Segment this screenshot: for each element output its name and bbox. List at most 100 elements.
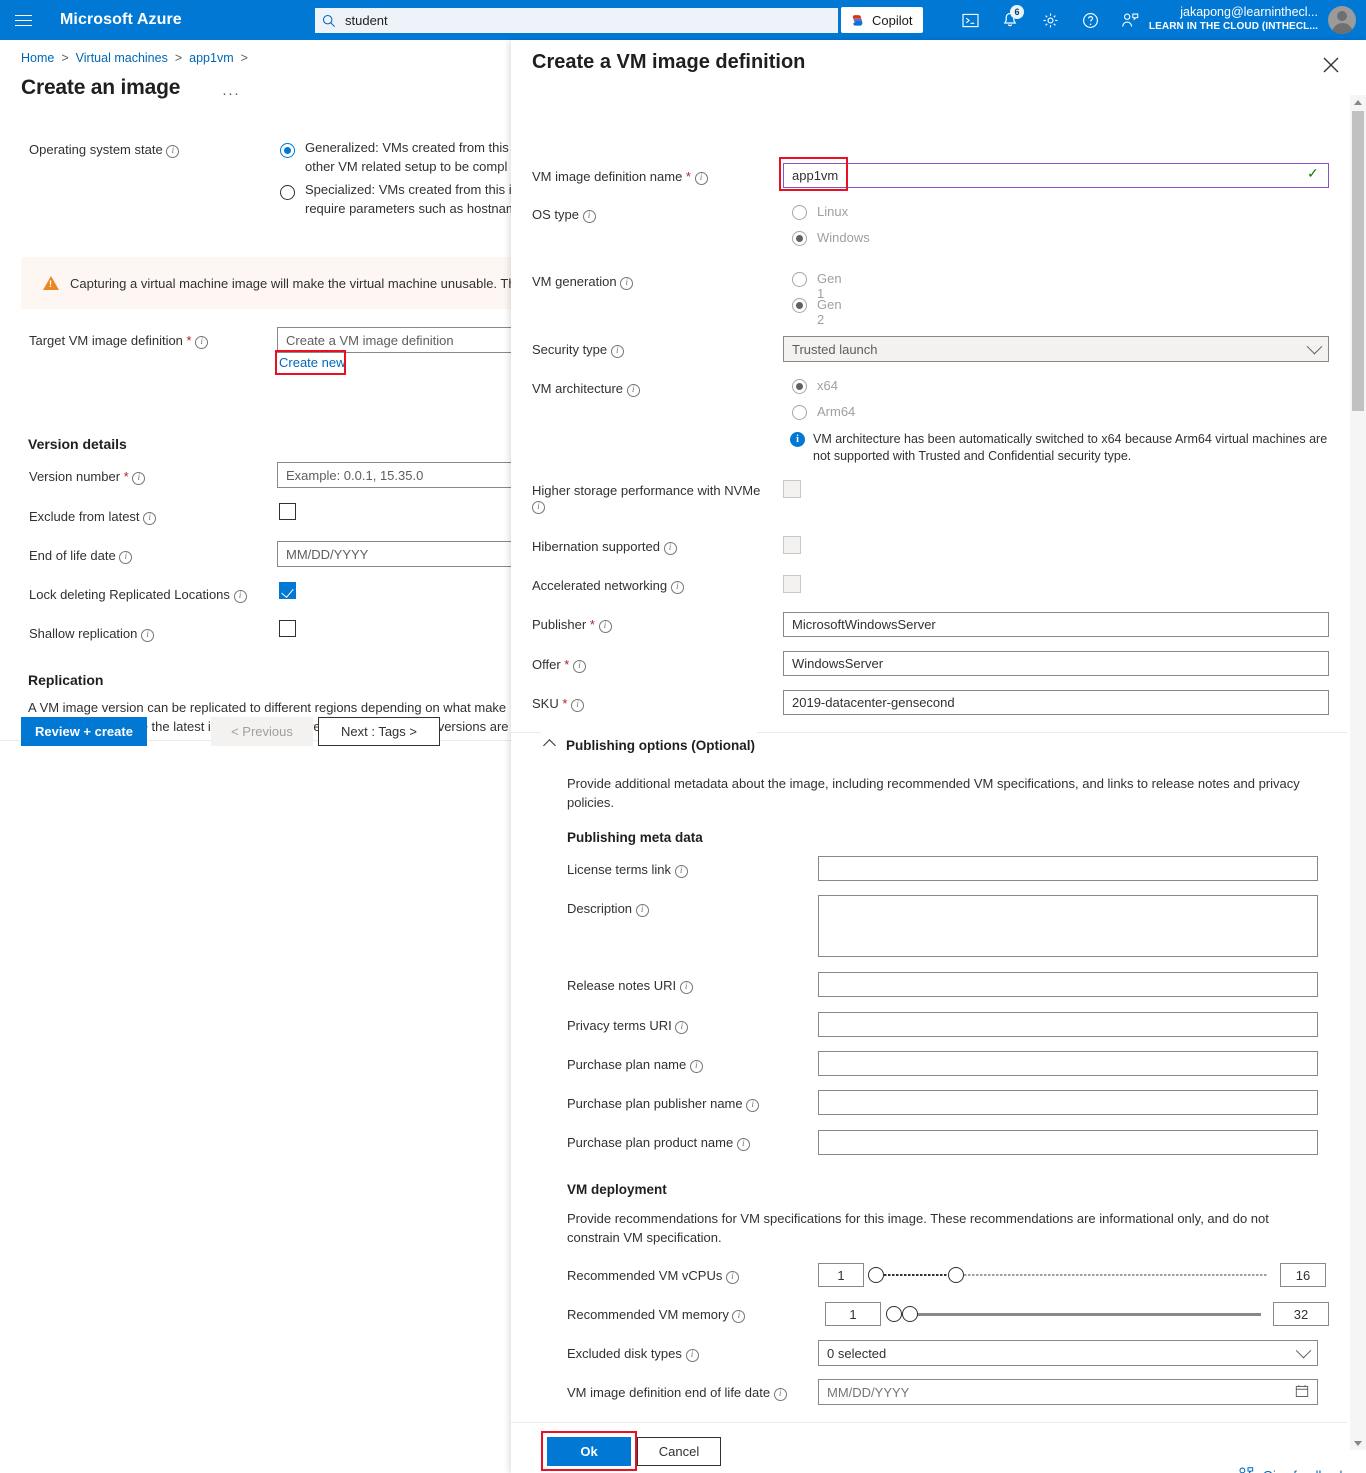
purchase-plan-name-input[interactable]	[818, 1051, 1318, 1076]
info-icon[interactable]: i	[598, 620, 612, 633]
scroll-up-arrow[interactable]	[1350, 95, 1366, 109]
blade-scrollbar[interactable]	[1350, 95, 1366, 1450]
review-create-button[interactable]: Review + create	[21, 717, 147, 746]
blade-scroll-thumb[interactable]	[1352, 111, 1364, 411]
info-icon[interactable]: i	[732, 1310, 746, 1323]
os-state-label: Operating system state i	[29, 142, 180, 158]
chevron-up-icon	[543, 739, 556, 752]
offer-input[interactable]	[783, 651, 1329, 676]
avatar[interactable]	[1328, 6, 1356, 34]
info-icon[interactable]: i	[675, 1021, 689, 1034]
vm-architecture-label: VM architecture i	[532, 381, 640, 397]
purchase-plan-publisher-name-input[interactable]	[818, 1090, 1318, 1115]
release-notes-uri-input[interactable]	[818, 972, 1318, 997]
info-icon[interactable]: i	[670, 581, 684, 594]
purchase-plan-product-name-input[interactable]	[818, 1130, 1318, 1155]
question-icon[interactable]	[1070, 0, 1110, 40]
vm-definition-end-of-life-field[interactable]	[818, 1379, 1318, 1405]
breadcrumb-virtual-machines[interactable]: Virtual machines	[76, 51, 168, 65]
info-icon[interactable]: i	[195, 336, 209, 349]
give-feedback-button[interactable]: Give feedback	[1237, 1466, 1346, 1473]
memory-knob-high[interactable]	[902, 1306, 918, 1322]
info-icon[interactable]: i	[694, 172, 708, 185]
azure-brand-logo[interactable]: Microsoft Azure	[60, 11, 182, 29]
global-search[interactable]	[315, 8, 838, 33]
info-icon[interactable]: i	[143, 512, 157, 525]
radio-specialized[interactable]	[280, 185, 295, 200]
radio-generalized[interactable]	[280, 143, 295, 158]
info-icon[interactable]: i	[689, 1060, 703, 1073]
description-textarea[interactable]	[818, 895, 1318, 957]
account-email: jakapong@learninthecl...	[1180, 5, 1318, 19]
info-icon[interactable]: i	[532, 501, 545, 514]
license-terms-link-label: License terms link i	[567, 862, 688, 878]
vm-image-definition-name-input[interactable]	[783, 163, 1329, 188]
vcpus-knob-high[interactable]	[948, 1267, 964, 1283]
memory-min-input[interactable]	[825, 1302, 881, 1326]
info-icon[interactable]: i	[736, 1138, 750, 1151]
sku-input[interactable]	[783, 690, 1329, 715]
info-icon[interactable]: i	[582, 210, 596, 223]
end-of-life-date-input[interactable]	[277, 541, 511, 567]
info-icon[interactable]: i	[635, 904, 649, 917]
info-icon[interactable]: i	[610, 345, 624, 358]
privacy-terms-uri-input[interactable]	[818, 1012, 1318, 1037]
search-input[interactable]	[343, 9, 838, 32]
vcpus-max-input[interactable]	[1280, 1263, 1326, 1287]
publishing-options-toggle[interactable]: Publishing options (Optional)	[543, 738, 755, 753]
breadcrumb-app1vm[interactable]: app1vm	[189, 51, 233, 65]
feedback-icon[interactable]	[1110, 0, 1150, 40]
excluded-disk-types-select[interactable]: 0 selected	[818, 1340, 1318, 1366]
license-terms-link-input[interactable]	[818, 856, 1318, 881]
top-navigation-bar: Microsoft Azure Copilot 6	[0, 0, 1366, 40]
page-more-menu[interactable]: ···	[222, 85, 240, 102]
cloud-shell-icon[interactable]	[950, 0, 990, 40]
info-icon[interactable]: i	[679, 981, 693, 994]
info-icon[interactable]: i	[725, 1271, 739, 1284]
vcpus-slider[interactable]	[868, 1263, 1268, 1287]
publishing-options-header: Publishing options (Optional)	[566, 738, 755, 753]
vcpus-knob-low[interactable]	[868, 1267, 884, 1283]
hamburger-icon[interactable]	[0, 0, 46, 40]
info-icon[interactable]: i	[663, 542, 677, 555]
exclude-from-latest-checkbox[interactable]	[279, 503, 296, 520]
gear-icon[interactable]	[1030, 0, 1070, 40]
version-number-input[interactable]	[277, 462, 511, 488]
bell-icon[interactable]: 6	[990, 0, 1030, 40]
info-icon[interactable]: i	[626, 384, 640, 397]
calendar-icon[interactable]	[1295, 1384, 1317, 1401]
specialized-line1: Specialized: VMs created from this i	[305, 182, 511, 197]
publisher-input[interactable]	[783, 612, 1329, 637]
vm-definition-end-of-life-input[interactable]	[819, 1384, 1295, 1400]
memory-slider[interactable]	[886, 1302, 1261, 1326]
info-icon[interactable]: i	[685, 1349, 699, 1362]
memory-track	[894, 1312, 1261, 1316]
info-icon[interactable]: i	[132, 472, 146, 485]
account-organization: LEARN IN THE CLOUD (INTHECL...	[1148, 21, 1318, 32]
shallow-replication-checkbox[interactable]	[279, 620, 296, 637]
vcpus-min-input[interactable]	[818, 1263, 864, 1287]
copilot-button[interactable]: Copilot	[841, 7, 924, 33]
os-type-windows-label: Windows	[817, 230, 870, 245]
info-icon[interactable]: i	[620, 277, 634, 290]
top-icon-group: 6	[950, 0, 1150, 40]
cancel-button[interactable]: Cancel	[637, 1437, 721, 1466]
scroll-down-arrow[interactable]	[1350, 1436, 1366, 1450]
info-icon[interactable]: i	[572, 660, 586, 673]
info-icon[interactable]: i	[119, 551, 133, 564]
breadcrumb-home[interactable]: Home	[21, 51, 54, 65]
info-icon[interactable]: i	[674, 865, 688, 878]
info-icon[interactable]: i	[141, 629, 155, 642]
info-icon[interactable]: i	[773, 1388, 787, 1401]
memory-max-input[interactable]	[1273, 1302, 1329, 1326]
close-icon[interactable]	[1322, 56, 1344, 78]
info-icon[interactable]: i	[233, 590, 247, 603]
lock-deleting-checkbox[interactable]	[279, 582, 296, 599]
feedback-icon	[1237, 1466, 1254, 1473]
next-tags-button[interactable]: Next : Tags >	[318, 717, 440, 746]
memory-knob-low[interactable]	[886, 1306, 902, 1322]
account-info[interactable]: jakapong@learninthecl... LEARN IN THE CL…	[1149, 4, 1318, 33]
info-icon[interactable]: i	[571, 699, 585, 712]
info-icon[interactable]: i	[746, 1099, 760, 1112]
info-icon[interactable]: i	[166, 145, 180, 158]
